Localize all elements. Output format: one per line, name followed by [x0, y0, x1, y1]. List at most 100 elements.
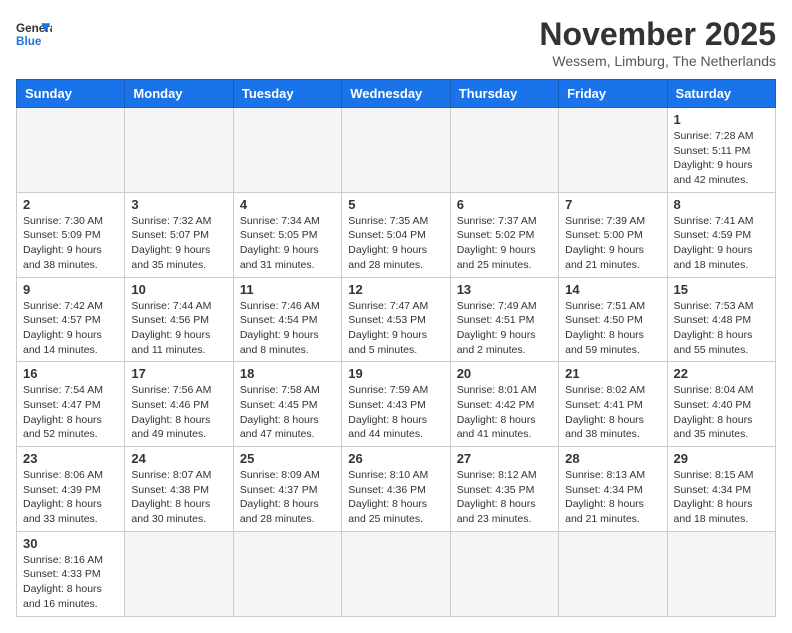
- weekday-header-friday: Friday: [559, 80, 667, 108]
- day-number: 2: [23, 197, 118, 212]
- day-cell: 18 Sunrise: 7:58 AM Sunset: 4:45 PM Dayli…: [233, 362, 341, 447]
- day-info: Sunrise: 8:04 AM Sunset: 4:40 PM Dayligh…: [674, 383, 769, 442]
- weekday-header-row: SundayMondayTuesdayWednesdayThursdayFrid…: [17, 80, 776, 108]
- day-cell: 30Sunrise: 8:16 AM Sunset: 4:33 PM Dayli…: [17, 531, 125, 616]
- day-cell: 26Sunrise: 8:10 AM Sunset: 4:36 PM Dayli…: [342, 447, 450, 532]
- title-area: November 2025 Wessem, Limburg, The Nethe…: [539, 16, 776, 69]
- day-cell: [559, 108, 667, 193]
- day-info: Sunrise: 8:15 AM Sunset: 4:34 PM Dayligh…: [674, 468, 769, 527]
- logo: General Blue: [16, 16, 52, 52]
- day-cell: 11 Sunrise: 7:46 AM Sunset: 4:54 PM Dayli…: [233, 277, 341, 362]
- day-info: Sunrise: 7:28 AM Sunset: 5:11 PM Dayligh…: [674, 129, 769, 188]
- day-number: 22: [674, 366, 769, 381]
- day-info: Sunrise: 7:42 AM Sunset: 4:57 PM Dayligh…: [23, 299, 118, 358]
- day-cell: [233, 108, 341, 193]
- day-cell: 7Sunrise: 7:39 AM Sunset: 5:00 PM Daylig…: [559, 192, 667, 277]
- header: General Blue November 2025 Wessem, Limbu…: [16, 16, 776, 69]
- logo-icon: General Blue: [16, 16, 52, 52]
- day-number: 12: [348, 282, 443, 297]
- day-cell: 3Sunrise: 7:32 AM Sunset: 5:07 PM Daylig…: [125, 192, 233, 277]
- day-cell: 17 Sunrise: 7:56 AM Sunset: 4:46 PM Dayli…: [125, 362, 233, 447]
- day-cell: 21 Sunrise: 8:02 AM Sunset: 4:41 PM Dayli…: [559, 362, 667, 447]
- day-info: Sunrise: 8:13 AM Sunset: 4:34 PM Dayligh…: [565, 468, 660, 527]
- day-number: 17: [131, 366, 226, 381]
- day-number: 9: [23, 282, 118, 297]
- day-cell: 20 Sunrise: 8:01 AM Sunset: 4:42 PM Dayli…: [450, 362, 558, 447]
- day-cell: 5Sunrise: 7:35 AM Sunset: 5:04 PM Daylig…: [342, 192, 450, 277]
- day-cell: 10Sunrise: 7:44 AM Sunset: 4:56 PM Dayli…: [125, 277, 233, 362]
- day-cell: 12 Sunrise: 7:47 AM Sunset: 4:53 PM Dayli…: [342, 277, 450, 362]
- day-cell: 4 Sunrise: 7:34 AM Sunset: 5:05 PM Daylig…: [233, 192, 341, 277]
- day-number: 8: [674, 197, 769, 212]
- day-number: 18: [240, 366, 335, 381]
- day-cell: [667, 531, 775, 616]
- day-cell: 8Sunrise: 7:41 AM Sunset: 4:59 PM Daylig…: [667, 192, 775, 277]
- day-number: 21: [565, 366, 660, 381]
- day-number: 10: [131, 282, 226, 297]
- day-number: 20: [457, 366, 552, 381]
- day-number: 25: [240, 451, 335, 466]
- day-info: Sunrise: 7:56 AM Sunset: 4:46 PM Dayligh…: [131, 383, 226, 442]
- day-cell: 24Sunrise: 8:07 AM Sunset: 4:38 PM Dayli…: [125, 447, 233, 532]
- weekday-header-tuesday: Tuesday: [233, 80, 341, 108]
- day-number: 29: [674, 451, 769, 466]
- day-info: Sunrise: 7:53 AM Sunset: 4:48 PM Dayligh…: [674, 299, 769, 358]
- day-info: Sunrise: 7:51 AM Sunset: 4:50 PM Dayligh…: [565, 299, 660, 358]
- svg-text:Blue: Blue: [16, 35, 42, 48]
- day-cell: 19 Sunrise: 7:59 AM Sunset: 4:43 PM Dayli…: [342, 362, 450, 447]
- day-number: 13: [457, 282, 552, 297]
- day-info: Sunrise: 7:59 AM Sunset: 4:43 PM Dayligh…: [348, 383, 443, 442]
- calendar-subtitle: Wessem, Limburg, The Netherlands: [539, 53, 776, 69]
- day-cell: [450, 108, 558, 193]
- day-number: 27: [457, 451, 552, 466]
- week-row-3: 9 Sunrise: 7:42 AM Sunset: 4:57 PM Daylig…: [17, 277, 776, 362]
- day-number: 16: [23, 366, 118, 381]
- day-info: Sunrise: 7:34 AM Sunset: 5:05 PM Dayligh…: [240, 214, 335, 273]
- day-cell: 14Sunrise: 7:51 AM Sunset: 4:50 PM Dayli…: [559, 277, 667, 362]
- day-info: Sunrise: 7:49 AM Sunset: 4:51 PM Dayligh…: [457, 299, 552, 358]
- day-info: Sunrise: 8:02 AM Sunset: 4:41 PM Dayligh…: [565, 383, 660, 442]
- day-info: Sunrise: 8:01 AM Sunset: 4:42 PM Dayligh…: [457, 383, 552, 442]
- day-number: 4: [240, 197, 335, 212]
- day-number: 1: [674, 112, 769, 127]
- day-number: 19: [348, 366, 443, 381]
- day-number: 15: [674, 282, 769, 297]
- day-info: Sunrise: 7:35 AM Sunset: 5:04 PM Dayligh…: [348, 214, 443, 273]
- day-number: 11: [240, 282, 335, 297]
- week-row-4: 16 Sunrise: 7:54 AM Sunset: 4:47 PM Dayli…: [17, 362, 776, 447]
- day-info: Sunrise: 7:54 AM Sunset: 4:47 PM Dayligh…: [23, 383, 118, 442]
- day-cell: 23 Sunrise: 8:06 AM Sunset: 4:39 PM Dayli…: [17, 447, 125, 532]
- day-cell: [125, 108, 233, 193]
- day-info: Sunrise: 7:32 AM Sunset: 5:07 PM Dayligh…: [131, 214, 226, 273]
- week-row-6: 30Sunrise: 8:16 AM Sunset: 4:33 PM Dayli…: [17, 531, 776, 616]
- weekday-header-monday: Monday: [125, 80, 233, 108]
- day-info: Sunrise: 7:30 AM Sunset: 5:09 PM Dayligh…: [23, 214, 118, 273]
- day-number: 6: [457, 197, 552, 212]
- day-info: Sunrise: 7:58 AM Sunset: 4:45 PM Dayligh…: [240, 383, 335, 442]
- day-cell: 1 Sunrise: 7:28 AM Sunset: 5:11 PM Daylig…: [667, 108, 775, 193]
- day-info: Sunrise: 8:06 AM Sunset: 4:39 PM Dayligh…: [23, 468, 118, 527]
- day-number: 24: [131, 451, 226, 466]
- day-info: Sunrise: 7:47 AM Sunset: 4:53 PM Dayligh…: [348, 299, 443, 358]
- day-info: Sunrise: 7:46 AM Sunset: 4:54 PM Dayligh…: [240, 299, 335, 358]
- day-info: Sunrise: 8:09 AM Sunset: 4:37 PM Dayligh…: [240, 468, 335, 527]
- day-cell: [450, 531, 558, 616]
- day-info: Sunrise: 8:10 AM Sunset: 4:36 PM Dayligh…: [348, 468, 443, 527]
- day-cell: [559, 531, 667, 616]
- day-info: Sunrise: 7:37 AM Sunset: 5:02 PM Dayligh…: [457, 214, 552, 273]
- weekday-header-sunday: Sunday: [17, 80, 125, 108]
- day-cell: 28Sunrise: 8:13 AM Sunset: 4:34 PM Dayli…: [559, 447, 667, 532]
- day-number: 23: [23, 451, 118, 466]
- day-cell: 15 Sunrise: 7:53 AM Sunset: 4:48 PM Dayli…: [667, 277, 775, 362]
- day-cell: [342, 531, 450, 616]
- weekday-header-wednesday: Wednesday: [342, 80, 450, 108]
- week-row-2: 2 Sunrise: 7:30 AM Sunset: 5:09 PM Daylig…: [17, 192, 776, 277]
- week-row-5: 23 Sunrise: 8:06 AM Sunset: 4:39 PM Dayli…: [17, 447, 776, 532]
- week-row-1: 1 Sunrise: 7:28 AM Sunset: 5:11 PM Daylig…: [17, 108, 776, 193]
- day-cell: 6 Sunrise: 7:37 AM Sunset: 5:02 PM Daylig…: [450, 192, 558, 277]
- day-cell: 16 Sunrise: 7:54 AM Sunset: 4:47 PM Dayli…: [17, 362, 125, 447]
- day-cell: 29 Sunrise: 8:15 AM Sunset: 4:34 PM Dayli…: [667, 447, 775, 532]
- weekday-header-thursday: Thursday: [450, 80, 558, 108]
- day-cell: 22 Sunrise: 8:04 AM Sunset: 4:40 PM Dayli…: [667, 362, 775, 447]
- day-info: Sunrise: 8:12 AM Sunset: 4:35 PM Dayligh…: [457, 468, 552, 527]
